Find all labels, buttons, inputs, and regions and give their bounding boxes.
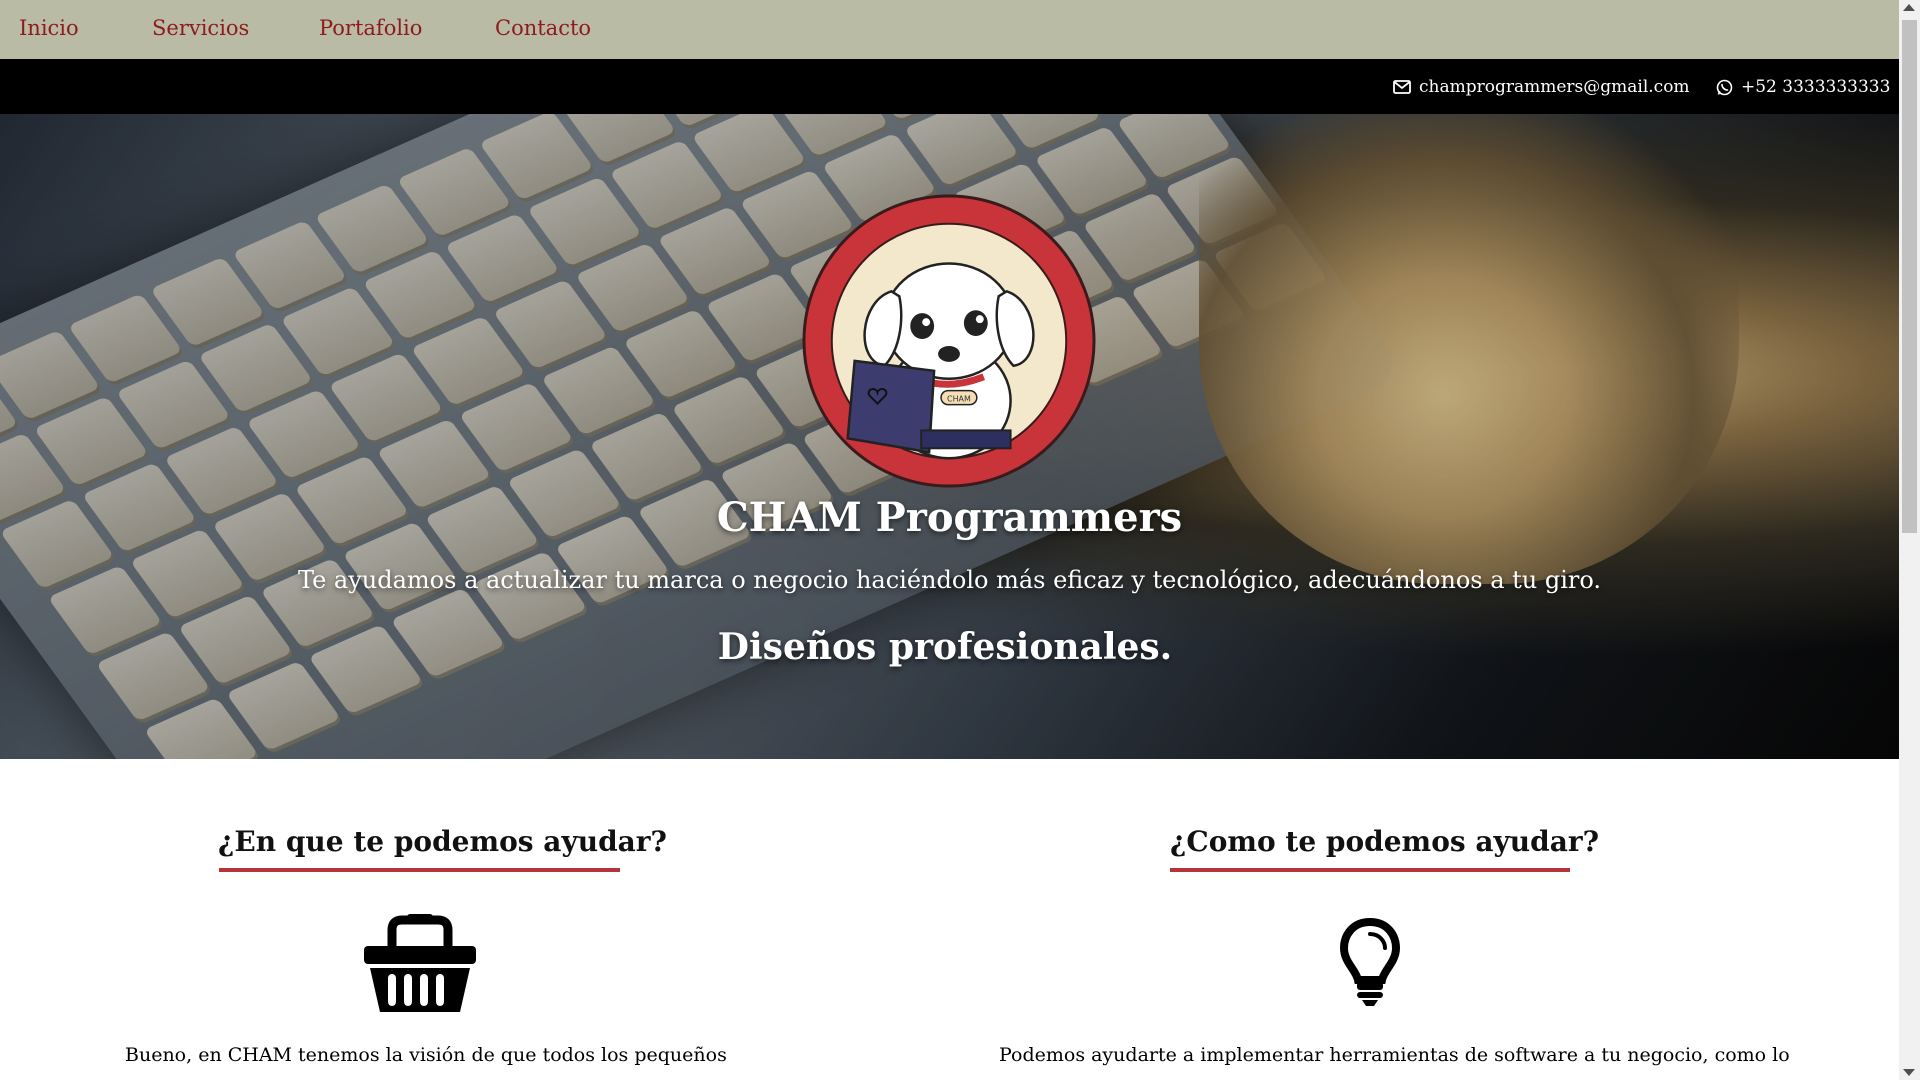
hero-tagline: Diseños profesionales.	[717, 626, 1173, 668]
envelope-icon	[1393, 80, 1411, 94]
section-text-1: Bueno, en CHAM tenemos la visión de que …	[125, 1044, 727, 1066]
section-underline-2	[1170, 868, 1570, 872]
scroll-down-arrow-icon[interactable]	[1903, 1069, 1915, 1076]
hero-banner: CHAM PROGRAMMERS CHAM CHAM Programmers T…	[0, 114, 1899, 759]
whatsapp-icon	[1716, 79, 1733, 96]
nav-link-inicio[interactable]: Inicio	[19, 16, 79, 40]
nav-link-contacto[interactable]: Contacto	[495, 16, 591, 40]
scroll-up-arrow-icon[interactable]	[1903, 4, 1915, 11]
section-text-2: Podemos ayudarte a implementar herramien…	[999, 1044, 1790, 1066]
contact-phone-text: +52 3333333333	[1741, 77, 1891, 97]
contact-bar: champrogrammers@gmail.com +52 3333333333	[0, 59, 1899, 114]
basket-icon	[362, 912, 478, 1018]
lightbulb-icon	[1339, 917, 1401, 1012]
top-navbar: Inicio Servicios Portafolio Contacto	[0, 0, 1899, 59]
nav-link-servicios[interactable]: Servicios	[152, 16, 249, 40]
section-title-como: ¿Como te podemos ayudar?	[1170, 825, 1600, 858]
scroll-thumb[interactable]	[1902, 20, 1917, 533]
hero-title: CHAM Programmers	[716, 494, 1183, 541]
contact-email-text: champrogrammers@gmail.com	[1419, 77, 1690, 97]
contact-phone[interactable]: +52 3333333333	[1716, 77, 1890, 97]
nav-link-portafolio[interactable]: Portafolio	[319, 16, 422, 40]
cham-programmers-logo: CHAM PROGRAMMERS CHAM	[802, 194, 1096, 488]
page-scrollbar[interactable]	[1899, 0, 1920, 1080]
section-title-en-que: ¿En que te podemos ayudar?	[218, 825, 667, 858]
svg-text:CHAM: CHAM	[947, 395, 971, 404]
hero-subtitle: Te ayudamos a actualizar tu marca o nego…	[297, 566, 1602, 594]
section-underline-1	[219, 868, 620, 872]
contact-email[interactable]: champrogrammers@gmail.com	[1393, 77, 1690, 97]
